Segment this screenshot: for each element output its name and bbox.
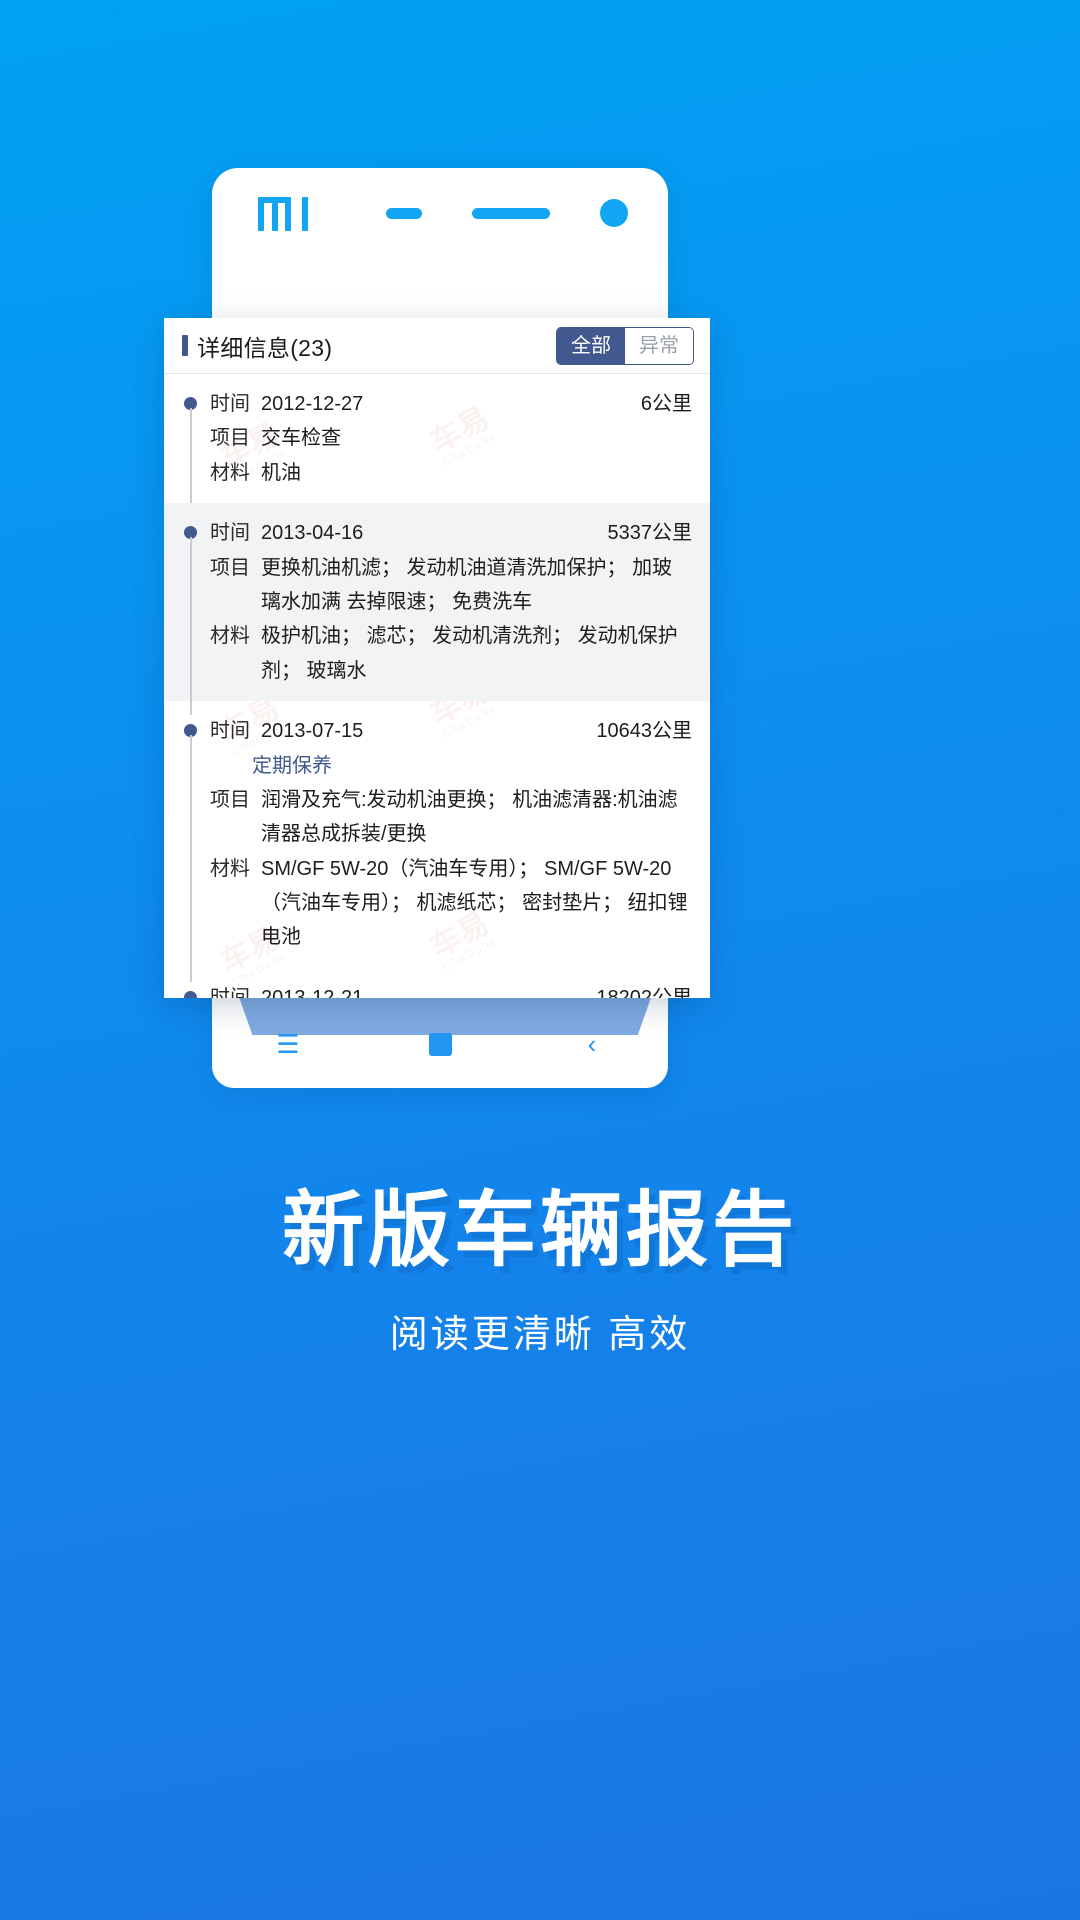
label-time: 时间 [210, 986, 250, 998]
record-material-row: 材料 SM/GF 5W-20（汽油车专用）； SM/GF 5W-20（汽油车专用… [210, 852, 692, 955]
timeline-line [189, 735, 192, 982]
label-time: 时间 [210, 393, 250, 415]
header-accent-bar [182, 335, 188, 356]
record-project-value: 更换机油机滤； 发动机油道清洗加保护； 加玻璃水加满 去掉限速； 免费洗车 [261, 556, 673, 613]
record-list[interactable]: 车易 CheDone 车易 CheDone 车易 CheDone 车易 CheDone … [164, 374, 710, 998]
record-item[interactable]: 时间 2013-07-15 10643公里 定期保养 项目 润滑及充气:发动机油… [164, 701, 710, 982]
record-time-value: 2013-12-21 [261, 986, 364, 998]
record-time-value: 2013-07-15 [261, 720, 364, 743]
timeline-line [189, 408, 192, 518]
record-mileage: 18202公里 [596, 986, 692, 998]
filter-all-button[interactable]: 全部 [557, 327, 625, 364]
record-item[interactable]: 时间 2013-04-16 5337公里 项目 更换机油机滤； 发动机油道清洗加… [164, 503, 710, 716]
card-header: 详细信息(23) 全部 异常 [164, 318, 710, 374]
record-time-row: 时间 2013-12-21 18202公里 [210, 981, 692, 998]
promo-title: 新版车辆报告 [281, 1185, 798, 1276]
promo-section: 新版车辆报告 阅读更清晰 高效 [0, 1185, 1080, 1358]
back-icon[interactable]: ‹ [560, 1022, 624, 1066]
timeline-line [189, 537, 192, 716]
label-project: 项目 [210, 556, 250, 579]
record-mileage: 5337公里 [607, 522, 693, 545]
label-time: 时间 [210, 720, 250, 743]
timeline-dot-icon [184, 990, 197, 998]
record-time-row: 时间 2013-07-15 10643公里 [210, 714, 692, 748]
record-material-value: SM/GF 5W-20（汽油车专用）； SM/GF 5W-20（汽油车专用）； … [261, 857, 688, 949]
status-dot-icon [600, 199, 628, 227]
record-project-value: 润滑及充气:发动机油更换； 机油滤清器:机油滤清器总成拆装/更换 [261, 788, 678, 846]
record-mileage: 6公里 [640, 393, 692, 415]
record-time-row: 时间 2012-12-27 6公里 [210, 387, 692, 421]
status-dash-small-icon [386, 207, 422, 219]
promo-subtitle: 阅读更清晰 高效 [389, 1313, 691, 1356]
label-project: 项目 [210, 427, 250, 450]
record-project-row: 项目 润滑及充气:发动机油更换； 机油滤清器:机油滤清器总成拆装/更换 [210, 783, 692, 852]
record-material-row: 材料 机油 [210, 456, 692, 490]
menu-icon[interactable]: ☰ [256, 1022, 320, 1066]
filter-toggle-group[interactable]: 全部 异常 [556, 326, 694, 365]
label-project: 项目 [210, 788, 250, 811]
label-material: 材料 [210, 857, 250, 880]
label-material: 材料 [210, 461, 250, 484]
vehicle-report-card: 详细信息(23) 全部 异常 车易 CheDone 车易 CheDone 车易 Che… [164, 318, 710, 998]
record-item[interactable]: 时间 2013-12-21 18202公里 定期保养 项目 润滑及充气:发动机油… [164, 968, 710, 998]
filter-abnormal-button[interactable]: 异常 [625, 327, 693, 364]
record-material-value: 极护机油； 滤芯； 发动机清洗剂； 发动机保护剂； 玻璃水 [261, 625, 678, 682]
phone-brand-bar [212, 168, 668, 258]
record-time-value: 2012-12-27 [261, 393, 364, 415]
record-mileage: 10643公里 [596, 720, 692, 743]
record-service-tag: 定期保养 [252, 754, 332, 777]
record-project-row: 项目 交车检查 [210, 421, 692, 455]
mi-logo-icon [258, 193, 316, 233]
record-project-value: 交车检查 [261, 427, 341, 450]
label-time: 时间 [210, 522, 250, 545]
label-material: 材料 [210, 625, 250, 648]
record-time-value: 2013-04-16 [261, 522, 364, 545]
phone-nav-bar: ☰ ‹ [212, 1000, 668, 1088]
record-project-row: 项目 更换机油机滤； 发动机油道清洗加保护； 加玻璃水加满 去掉限速； 免费洗车 [210, 551, 692, 620]
record-material-row: 材料 极护机油； 滤芯； 发动机清洗剂； 发动机保护剂； 玻璃水 [210, 619, 692, 688]
page-title: 详细信息(23) [197, 334, 333, 361]
status-dash-large-icon [472, 207, 550, 219]
record-material-value: 机油 [261, 461, 301, 484]
home-icon[interactable] [408, 1022, 472, 1066]
record-time-row: 时间 2013-04-16 5337公里 [210, 516, 692, 550]
record-item[interactable]: 时间 2012-12-27 6公里 项目 交车检查 材料 机油 [164, 374, 710, 518]
